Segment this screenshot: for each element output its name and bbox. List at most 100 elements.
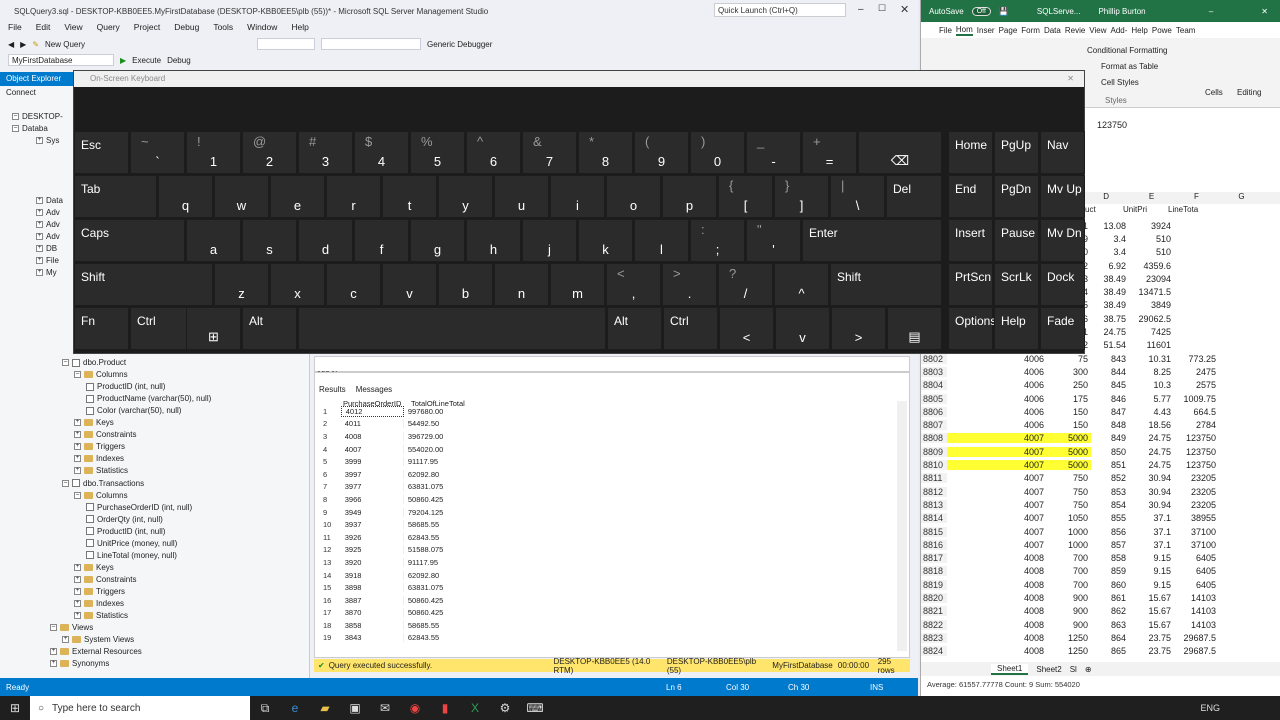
tree-node[interactable]: OrderQty (int, null)	[86, 515, 163, 524]
cell-purchaseorderid[interactable]: 3843	[341, 633, 404, 643]
expand-icon[interactable]: –	[12, 125, 19, 132]
excel-cell[interactable]: 865	[1091, 646, 1129, 656]
key-nav[interactable]: Nav	[1040, 131, 1085, 174]
excel-row[interactable]: 8820 4008 900 861 15.67 14103	[921, 591, 1219, 604]
cell-totaloflinetotal[interactable]: 62092.80	[404, 470, 467, 479]
sheet-tab-2[interactable]: Sheet2	[1036, 665, 1061, 674]
excel-cell[interactable]: 24.75	[1091, 327, 1129, 337]
excel-cell[interactable]: 37.1	[1129, 540, 1174, 550]
excel-row[interactable]: 8817 4008 700 858 9.15 6405	[921, 552, 1219, 565]
excel-cell[interactable]: 38.49	[1091, 300, 1129, 310]
excel-cell[interactable]: 15.67	[1129, 593, 1174, 603]
key-q[interactable]: q	[158, 175, 213, 218]
excel-cell[interactable]: 8806	[921, 406, 947, 417]
excel-cell[interactable]: 8.25	[1129, 367, 1174, 377]
key-5[interactable]: % 5	[410, 131, 465, 174]
table-row[interactable]: 15 3898 63831.075	[317, 581, 467, 594]
excel-cell[interactable]: 24.75	[1129, 433, 1174, 443]
mail-icon[interactable]: ✉	[370, 696, 400, 720]
key-[interactable]: {[	[718, 175, 773, 218]
excel-cell[interactable]: 30.94	[1129, 487, 1174, 497]
expand-icon[interactable]: +	[36, 269, 43, 276]
cell-totaloflinetotal[interactable]: 91117.95	[404, 457, 467, 466]
excel-cell[interactable]: 38.49	[1091, 287, 1129, 297]
expand-icon[interactable]: +	[36, 209, 43, 216]
excel-cell[interactable]: 852	[1091, 473, 1129, 483]
tree-node[interactable]: + Keys	[74, 418, 114, 427]
cell-purchaseorderid[interactable]: 3926	[341, 532, 404, 542]
cell-purchaseorderid[interactable]: 3858	[341, 620, 404, 630]
language-indicator[interactable]: ENG	[1200, 703, 1220, 713]
menu-item-help[interactable]: Help	[291, 22, 308, 36]
key-mvdn[interactable]: Mv Dn	[1040, 219, 1085, 262]
key-l[interactable]: l	[634, 219, 689, 262]
excel-cell[interactable]: 863	[1091, 620, 1129, 630]
cell-totaloflinetotal[interactable]: 396729.00	[404, 432, 467, 441]
key-s[interactable]: s	[242, 219, 297, 262]
key-[interactable]: ▤	[887, 307, 942, 350]
excel-cell[interactable]: 75	[1047, 354, 1091, 364]
key-e[interactable]: e	[270, 175, 325, 218]
excel-cell[interactable]: 851	[1091, 460, 1129, 470]
tree-node[interactable]: + Adv	[36, 208, 60, 217]
expand-icon[interactable]: –	[74, 371, 81, 379]
excel-cell[interactable]: 848	[1091, 420, 1129, 430]
excel-cell[interactable]: 8803	[921, 366, 947, 377]
expand-icon[interactable]: +	[36, 221, 43, 228]
table-row[interactable]: 4 4007 554020.00	[317, 443, 467, 456]
tab-messages[interactable]: Messages	[356, 385, 392, 394]
tree-node[interactable]: ProductID (int, null)	[86, 382, 165, 391]
excel-cell[interactable]: 4007	[947, 460, 1047, 471]
excel-cell[interactable]: 850	[1091, 447, 1129, 457]
excel-row[interactable]: 8824 4008 1250 865 23.75 29687.5	[921, 645, 1219, 658]
excel-cell[interactable]: 4359.6	[1129, 261, 1174, 271]
tree-node[interactable]: + Statistics	[74, 611, 128, 620]
excel-cell[interactable]: 844	[1091, 367, 1129, 377]
key-[interactable]: ⌫	[858, 131, 942, 174]
excel-cell[interactable]: 123750	[1174, 433, 1219, 443]
conditional-formatting-button[interactable]: Conditional Formatting	[1087, 46, 1167, 55]
ribbon-tab-6[interactable]: Revie	[1065, 26, 1085, 35]
excel-cell[interactable]: 700	[1047, 553, 1091, 563]
excel-cell[interactable]: 23.75	[1129, 633, 1174, 643]
excel-cell[interactable]: 4006	[947, 354, 1047, 364]
excel-cell[interactable]: 123750	[1174, 460, 1219, 470]
key-[interactable]: <,	[606, 263, 661, 306]
tree-node[interactable]: + System Views	[62, 635, 134, 644]
key-[interactable]: ^	[774, 263, 829, 306]
key-scrlk[interactable]: ScrLk	[994, 263, 1039, 306]
excel-cell[interactable]: 4006	[947, 394, 1047, 404]
cell-purchaseorderid[interactable]: 3918	[341, 570, 404, 580]
tree-node[interactable]: – Databa	[12, 124, 48, 133]
header-product[interactable]: uct	[1085, 205, 1123, 214]
expand-icon[interactable]: +	[50, 660, 57, 668]
tree-node[interactable]: + Constraints	[74, 430, 136, 439]
excel-cell[interactable]: 4006	[947, 407, 1047, 417]
excel-row[interactable]: 8810 4007 5000 851 24.75 123750	[921, 458, 1219, 471]
excel-row[interactable]: 8808 4007 5000 849 24.75 123750	[921, 432, 1219, 445]
tree-node[interactable]: + Triggers	[74, 587, 125, 596]
excel-cell[interactable]: 750	[1047, 487, 1091, 497]
excel-cell[interactable]: 150	[1047, 407, 1091, 417]
key-[interactable]: ? /	[718, 263, 773, 306]
menu-item-window[interactable]: Window	[247, 22, 277, 36]
table-row[interactable]: 5 3999 91117.95	[317, 455, 467, 468]
excel-cell[interactable]: 29687.5	[1174, 633, 1219, 643]
tree-node[interactable]: Color (varchar(50), null)	[86, 406, 181, 415]
tree-node[interactable]: – dbo.Transactions	[62, 479, 144, 488]
excel-cell[interactable]: 23094	[1129, 274, 1174, 284]
key-pgup[interactable]: PgUp	[994, 131, 1039, 174]
tree-node[interactable]: + Keys	[74, 563, 114, 572]
expand-icon[interactable]: +	[74, 575, 81, 583]
table-row[interactable]: 3 4008 396729.00	[317, 430, 467, 443]
expand-icon[interactable]: +	[74, 612, 81, 620]
key-y[interactable]: y	[438, 175, 493, 218]
key-[interactable]: }]	[774, 175, 829, 218]
cell-purchaseorderid[interactable]: 3977	[341, 482, 404, 492]
key-v[interactable]: v	[382, 263, 437, 306]
excel-row[interactable]: 8812 4007 750 853 30.94 23205	[921, 485, 1219, 498]
excel-cell[interactable]: 1009.75	[1174, 394, 1219, 404]
excel-cell[interactable]: 38.49	[1091, 274, 1129, 284]
excel-cell[interactable]: 8824	[921, 646, 947, 657]
excel-cell[interactable]: 773.25	[1174, 354, 1219, 364]
